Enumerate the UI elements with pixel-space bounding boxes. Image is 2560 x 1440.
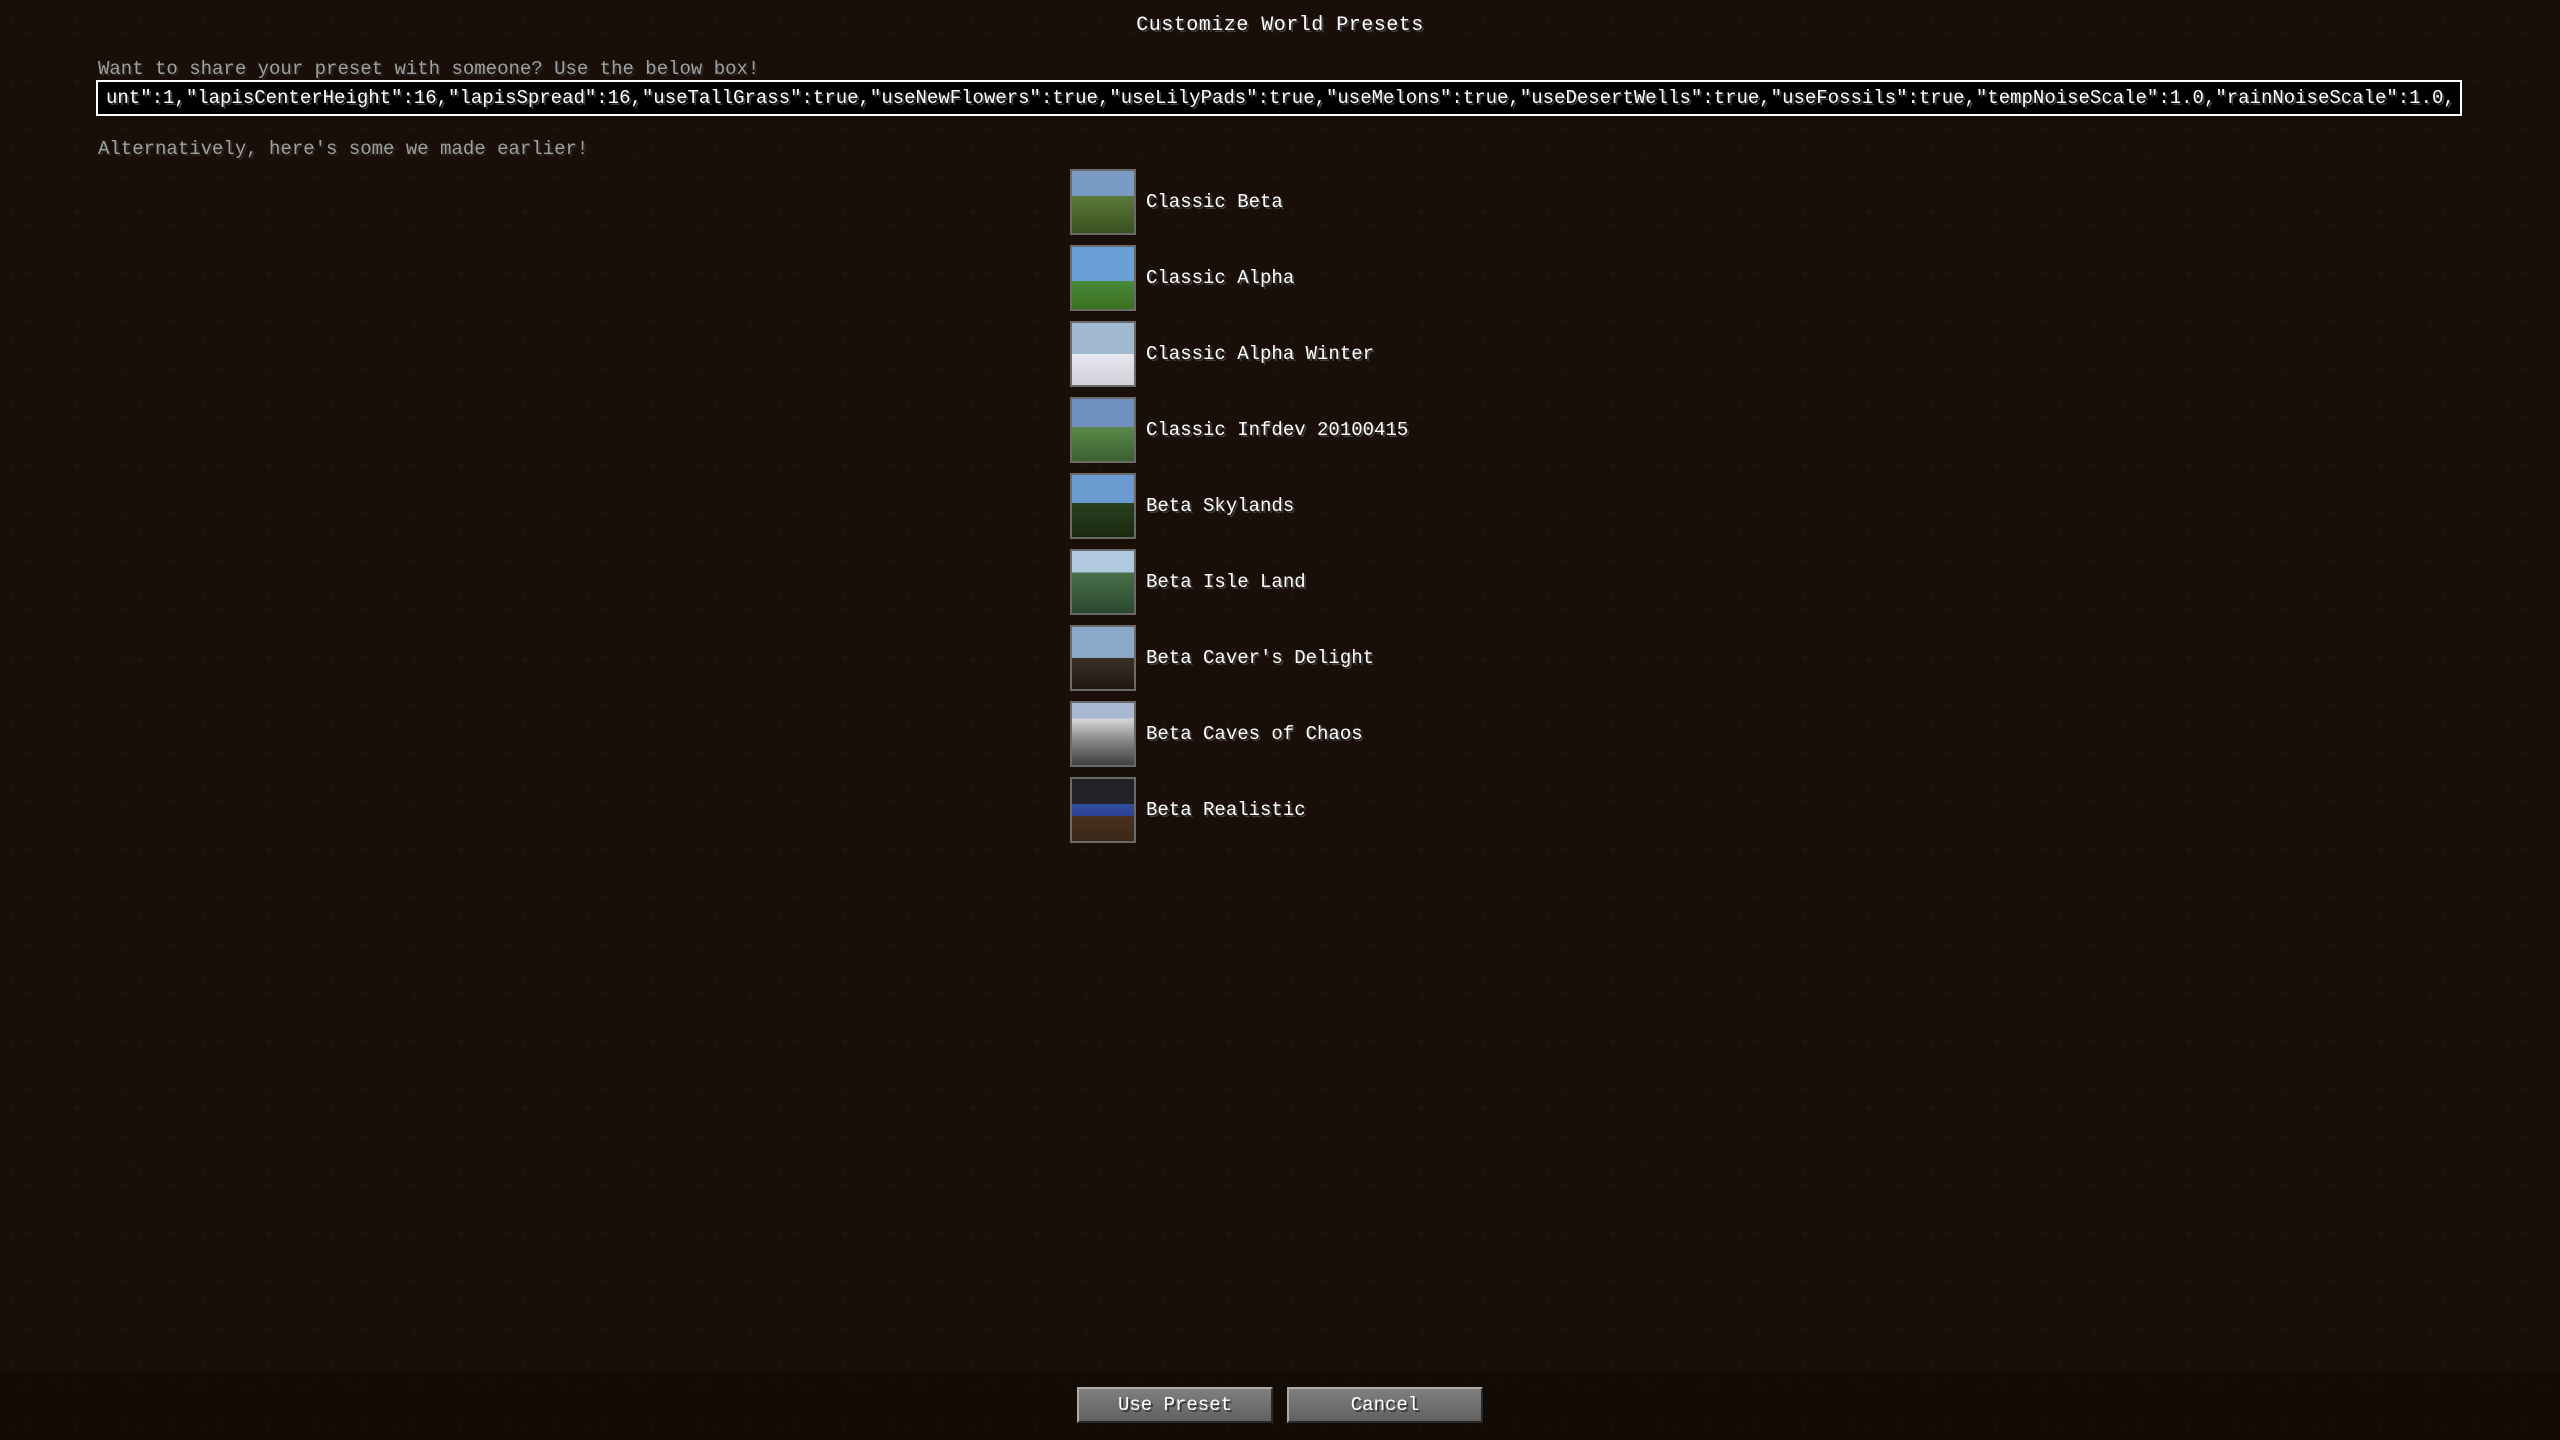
preset-item[interactable]: Beta Skylands <box>1070 468 1670 544</box>
cancel-button[interactable]: Cancel <box>1287 1387 1483 1423</box>
preset-label: Beta Isle Land <box>1146 571 1306 593</box>
use-preset-button[interactable]: Use Preset <box>1077 1387 1273 1423</box>
preset-list: Classic Beta Classic Alpha Classic Alpha W… <box>0 160 2560 1370</box>
preset-item[interactable]: Classic Alpha Winter <box>1070 316 1670 392</box>
preset-item[interactable]: Beta Realistic <box>1070 772 1670 848</box>
preset-thumbnail-icon <box>1070 397 1136 463</box>
preset-label: Beta Caves of Chaos <box>1146 723 1363 745</box>
preset-item[interactable]: Beta Caver's Delight <box>1070 620 1670 696</box>
preset-label: Beta Caver's Delight <box>1146 647 1374 669</box>
preset-thumbnail-icon <box>1070 169 1136 235</box>
preset-thumbnail-icon <box>1070 777 1136 843</box>
preset-thumbnail-icon <box>1070 625 1136 691</box>
preset-label: Beta Skylands <box>1146 495 1294 517</box>
share-label: Want to share your preset with someone? … <box>98 58 759 80</box>
alternative-label: Alternatively, here's some we made earli… <box>98 138 588 160</box>
preset-label: Classic Alpha Winter <box>1146 343 1374 365</box>
preset-item[interactable]: Classic Infdev 20100415 <box>1070 392 1670 468</box>
preset-thumbnail-icon <box>1070 473 1136 539</box>
preset-thumbnail-icon <box>1070 701 1136 767</box>
preset-label: Classic Alpha <box>1146 267 1294 289</box>
preset-item[interactable]: Beta Isle Land <box>1070 544 1670 620</box>
preset-item[interactable]: Classic Beta <box>1070 164 1670 240</box>
preset-thumbnail-icon <box>1070 245 1136 311</box>
preset-thumbnail-icon <box>1070 321 1136 387</box>
preset-item[interactable]: Classic Alpha <box>1070 240 1670 316</box>
preset-item[interactable]: Beta Caves of Chaos <box>1070 696 1670 772</box>
page-title: Customize World Presets <box>0 0 2560 37</box>
preset-label: Classic Infdev 20100415 <box>1146 419 1408 441</box>
preset-label: Classic Beta <box>1146 191 1283 213</box>
preset-label: Beta Realistic <box>1146 799 1306 821</box>
bottom-bar: Use Preset Cancel <box>0 1370 2560 1440</box>
preset-thumbnail-icon <box>1070 549 1136 615</box>
preset-string-input[interactable] <box>96 80 2462 116</box>
